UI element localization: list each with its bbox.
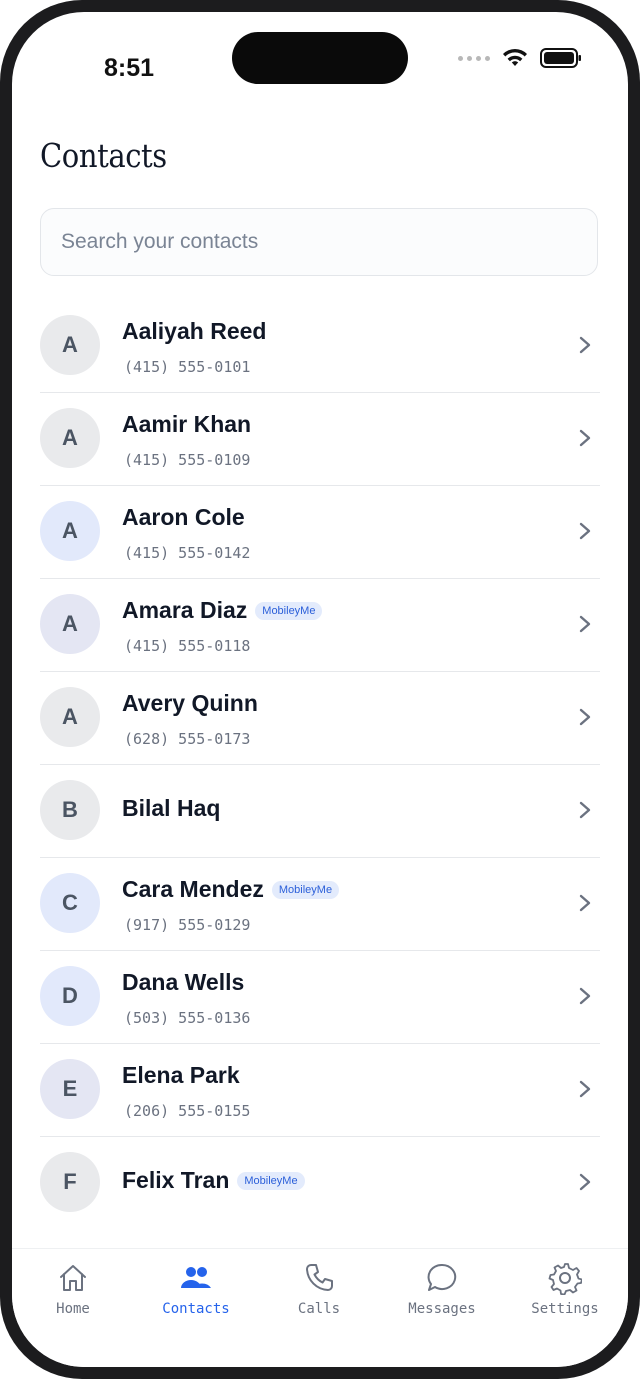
contact-name: Amara Diaz [122,597,248,623]
chevron-right-icon [579,1080,591,1098]
contact-phone: (415) 555-0101 [124,358,251,376]
chevron-right-icon [579,522,591,540]
chevron-right-icon [579,615,591,633]
status-icons [458,46,582,70]
contact-name: Avery Quinn [122,690,258,716]
gear-icon [548,1263,582,1295]
tab-label: Settings [531,1301,599,1317]
contact-row[interactable]: C Cara Mendez MobileyMe (917) 555-0129 [40,858,600,951]
tab-settings[interactable]: Settings [510,1261,620,1317]
tab-label: Calls [297,1301,341,1317]
status-time: 8:51 [104,54,155,82]
dynamic-island [232,32,408,84]
contacts-icon [181,1267,211,1288]
tab-label: Messages [408,1301,476,1317]
contact-name: Aaron Cole [122,504,245,530]
avatar: F [40,1152,100,1212]
contact-row[interactable]: A Aaron Cole (415) 555-0142 [40,486,600,579]
contact-row[interactable]: E Elena Park (206) 555-0155 [40,1044,600,1137]
chevron-right-icon [579,801,591,819]
tab-messages[interactable]: Messages [387,1261,497,1317]
contact-name-line: Aaron Cole [122,504,245,531]
chat-bubble-icon [427,1263,457,1291]
avatar: A [40,501,100,561]
avatar: B [40,780,100,840]
contact-row[interactable]: A Avery Quinn (628) 555-0173 [40,672,600,765]
battery-icon [540,48,581,68]
mobileyme-badge: MobileyMe [237,1171,305,1190]
contact-phone: (415) 555-0142 [124,544,251,562]
tab-label: Contacts [162,1301,230,1317]
avatar: D [40,966,100,1026]
contact-name: Dana Wells [122,969,245,995]
contact-name-line: Amara Diaz MobileyMe [122,597,323,624]
tab-contacts[interactable]: Contacts [141,1261,251,1317]
contact-row[interactable]: F Felix Tran MobileyMe [40,1137,600,1229]
avatar: C [40,873,100,933]
contact-name-line: Elena Park [122,1062,240,1089]
screen: 8:51 Contacts A Aaliyah Reed (415) 555-010… [12,12,628,1367]
contact-phone: (415) 555-0118 [124,637,251,655]
contact-phone: (628) 555-0173 [124,730,251,748]
avatar: A [40,687,100,747]
contact-phone: (917) 555-0129 [124,916,251,934]
phone-icon [306,1264,333,1291]
contact-list: A Aaliyah Reed (415) 555-0101 A Aamir Khan (4… [40,300,600,1229]
contact-row[interactable]: A Aaliyah Reed (415) 555-0101 [40,300,600,393]
contact-name: Bilal Haq [122,795,221,821]
chevron-right-icon [579,429,591,447]
contact-name: Aamir Khan [122,411,252,437]
contact-name: Felix Tran [122,1167,230,1193]
tab-home[interactable]: Home [18,1261,128,1317]
page-title: Contacts [40,136,167,175]
chevron-right-icon [579,336,591,354]
signal-dots-icon [458,55,490,61]
contact-row[interactable]: A Amara Diaz MobileyMe (415) 555-0118 [40,579,600,672]
contact-name-line: Dana Wells [122,969,244,996]
mobileyme-badge: MobileyMe [271,880,340,899]
avatar: A [40,315,100,375]
tab-calls[interactable]: Calls [264,1261,374,1317]
chevron-right-icon [579,708,591,726]
contact-name-line: Avery Quinn [122,690,258,717]
contact-name-line: Cara Mendez MobileyMe [122,876,340,903]
chevron-right-icon [579,894,591,912]
chevron-right-icon [579,1173,591,1191]
contact-name: Aaliyah Reed [122,318,267,344]
home-icon [60,1265,86,1291]
phone-frame: 8:51 Contacts A Aaliyah Reed (415) 555-010… [0,0,640,1379]
contact-phone: (206) 555-0155 [124,1102,251,1120]
contact-name-line: Felix Tran MobileyMe [122,1167,305,1194]
contact-name: Cara Mendez [122,876,264,902]
contact-name-line: Bilal Haq [122,795,220,822]
contact-phone: (415) 555-0109 [124,451,251,469]
contact-name: Elena Park [122,1062,240,1088]
contact-row[interactable]: D Dana Wells (503) 555-0136 [40,951,600,1044]
tab-label: Home [56,1301,90,1317]
search-input[interactable] [40,208,598,276]
mobileyme-badge: MobileyMe [255,601,323,620]
contact-row[interactable]: B Bilal Haq [40,765,600,858]
contact-row[interactable]: A Aamir Khan (415) 555-0109 [40,393,600,486]
avatar: E [40,1059,100,1119]
avatar: A [40,594,100,654]
contact-name-line: Aamir Khan [122,411,251,438]
contact-phone: (503) 555-0136 [124,1009,251,1027]
chevron-right-icon [579,987,591,1005]
tab-bar: Home Contacts Calls Messages Settings [12,1248,628,1367]
contact-name-line: Aaliyah Reed [122,318,266,345]
wifi-icon [503,48,527,66]
avatar: A [40,408,100,468]
